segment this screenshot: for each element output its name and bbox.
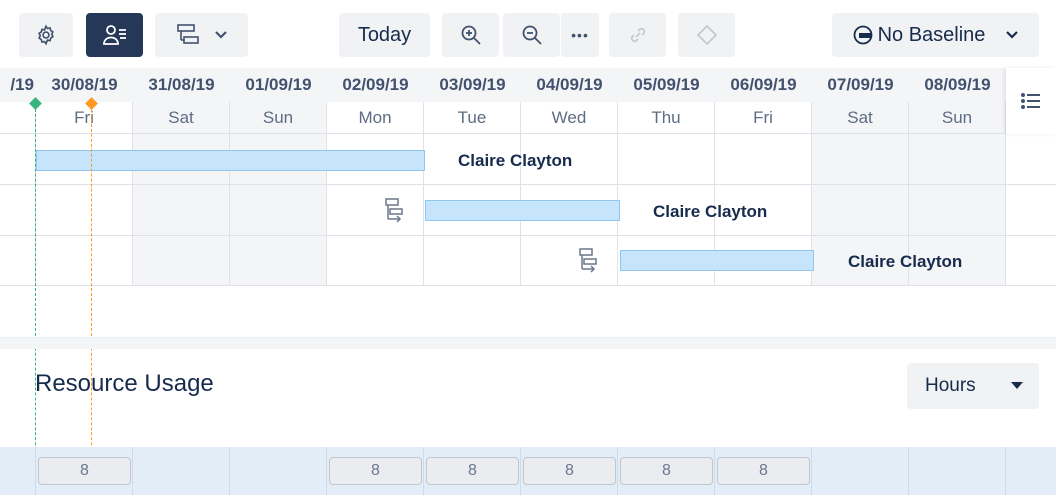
weekday-cell: Fri xyxy=(715,102,812,133)
date-cell: 31/08/19 xyxy=(148,75,215,94)
weekday-cell: Sat xyxy=(812,102,909,133)
person-list-icon xyxy=(102,25,126,45)
current-time-line xyxy=(91,104,92,495)
row-divider xyxy=(0,184,1056,185)
date-cell: /19 xyxy=(10,75,34,94)
usage-hours-cell[interactable]: 8 xyxy=(426,457,519,485)
settings-button[interactable] xyxy=(19,13,73,57)
baseline-dropdown[interactable]: No Baseline xyxy=(832,13,1039,57)
list-icon xyxy=(1021,93,1040,109)
weekday-cell: Sun xyxy=(909,102,1006,133)
task-bar[interactable] xyxy=(620,250,814,271)
usage-column xyxy=(133,447,230,495)
row-divider xyxy=(0,235,1056,236)
usage-column xyxy=(909,447,1006,495)
gantt-chart-body: Claire Clayton Claire Clayton Claire Cla… xyxy=(0,134,1056,288)
date-cell: 05/09/19 xyxy=(633,75,700,94)
date-cell: 07/09/19 xyxy=(827,75,894,94)
zoom-in-button[interactable] xyxy=(442,13,499,57)
panel-divider[interactable] xyxy=(0,337,1056,349)
resource-usage-row: 8 8 8 8 8 8 xyxy=(0,447,1056,495)
column-menu-button[interactable] xyxy=(1006,68,1056,134)
date-cell: 30/08/19 xyxy=(51,75,118,94)
weekday-cell: Sun xyxy=(230,102,327,133)
task-assignee-label: Claire Clayton xyxy=(653,202,768,221)
date-cell: 04/09/19 xyxy=(536,75,603,94)
zoom-out-button[interactable] xyxy=(503,13,560,57)
group-by-dropdown[interactable] xyxy=(155,13,248,57)
date-cell: 08/09/19 xyxy=(924,75,991,94)
diamond-icon xyxy=(696,24,717,46)
usage-column xyxy=(230,447,327,495)
baseline-icon xyxy=(853,25,872,45)
usage-hours-cell[interactable]: 8 xyxy=(329,457,422,485)
usage-column xyxy=(0,447,36,495)
subtask-icon[interactable] xyxy=(578,247,600,273)
day-column xyxy=(0,134,36,286)
today-button-label: Today xyxy=(357,23,412,46)
baseline-label: No Baseline xyxy=(877,23,986,46)
timeline-date-header: /19 30/08/19 31/08/19 01/09/19 02/09/19 … xyxy=(0,68,1056,102)
usage-hours-cell[interactable]: 8 xyxy=(717,457,810,485)
usage-hours-cell[interactable]: 8 xyxy=(38,457,131,485)
link-icon xyxy=(630,27,645,43)
unit-dropdown-label: Hours xyxy=(925,375,976,396)
gear-icon xyxy=(38,24,54,46)
date-cell: 03/09/19 xyxy=(439,75,506,94)
weekday-cell: Thu xyxy=(618,102,715,133)
milestone-button[interactable] xyxy=(678,13,735,57)
date-cell: 01/09/19 xyxy=(245,75,312,94)
date-cell: 02/09/19 xyxy=(342,75,409,94)
task-bar[interactable] xyxy=(36,150,425,171)
chevron-down-icon xyxy=(1006,31,1019,39)
subtask-icon[interactable] xyxy=(384,197,406,223)
resource-view-button[interactable] xyxy=(86,13,143,57)
link-tasks-button[interactable] xyxy=(609,13,666,57)
usage-hours-cell[interactable]: 8 xyxy=(523,457,616,485)
usage-hours-cell[interactable]: 8 xyxy=(620,457,713,485)
hierarchy-icon xyxy=(176,24,199,44)
weekday-cell: Wed xyxy=(521,102,618,133)
usage-column xyxy=(812,447,909,495)
gantt-toolbar: Today ••• No Baseline xyxy=(0,0,1056,68)
chevron-down-icon xyxy=(214,31,227,39)
task-assignee-label: Claire Clayton xyxy=(458,151,573,170)
weekday-cell: Sat xyxy=(133,102,230,133)
date-cell: 06/09/19 xyxy=(730,75,797,94)
zoom-out-icon xyxy=(522,25,542,45)
today-line xyxy=(35,104,36,495)
task-assignee-label: Claire Clayton xyxy=(848,252,963,271)
timeline-weekday-header: Fri Sat Sun Mon Tue Wed Thu Fri Sat Sun xyxy=(0,102,1056,134)
more-dots: ••• xyxy=(571,27,589,43)
task-bar[interactable] xyxy=(425,200,620,221)
weekday-cell: Tue xyxy=(424,102,521,133)
resource-usage-title: Resource Usage xyxy=(35,370,214,397)
weekday-cell xyxy=(0,102,36,133)
weekday-cell: Fri xyxy=(36,102,133,133)
caret-down-icon xyxy=(1011,382,1023,389)
zoom-in-icon xyxy=(461,25,481,45)
today-button[interactable]: Today xyxy=(339,13,430,57)
unit-dropdown[interactable]: Hours xyxy=(907,363,1039,409)
row-divider xyxy=(0,285,1056,286)
weekday-cell: Mon xyxy=(327,102,424,133)
more-button[interactable]: ••• xyxy=(561,13,599,57)
